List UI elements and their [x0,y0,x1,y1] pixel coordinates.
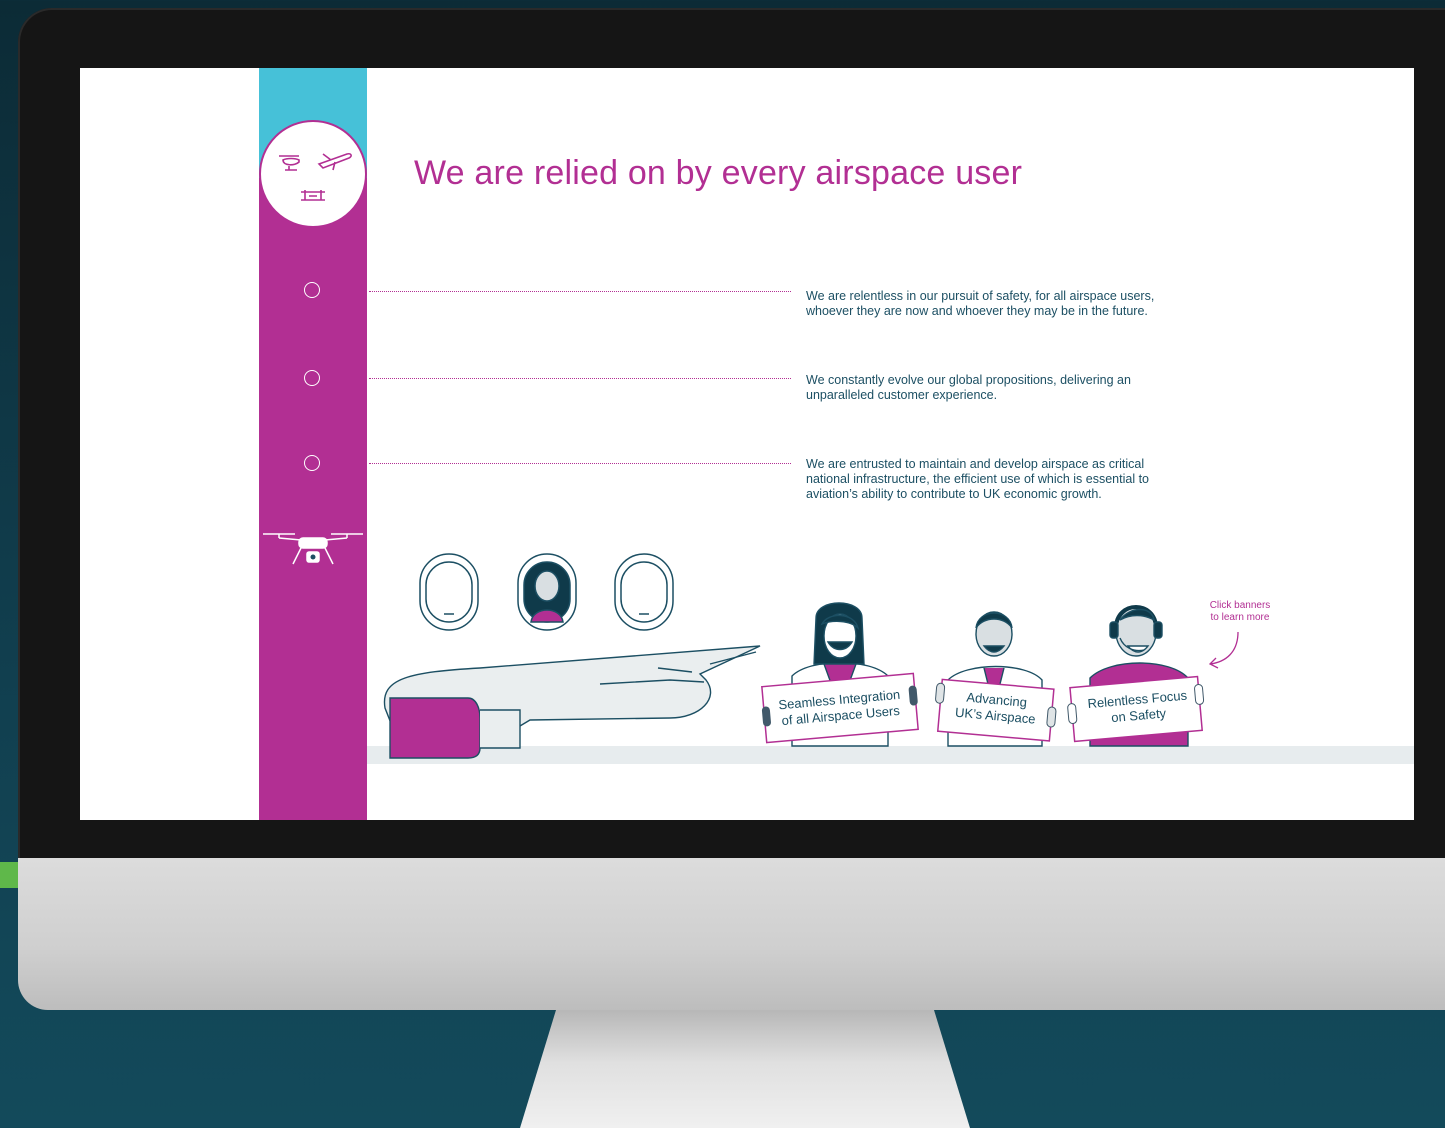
aircraft-window-passenger [517,553,577,631]
banner-seamless-integration[interactable]: Seamless Integration of all Airspace Use… [760,672,920,744]
monitor-chin [18,858,1445,1010]
aircraft-window-3 [614,553,674,631]
screen: We are relied on by every airspace user … [80,68,1414,820]
aircraft-window-1 [419,553,479,631]
banner-relentless-safety[interactable]: Relentless Focus on Safety [1066,675,1206,743]
hint-text: to learn more [1210,612,1270,623]
banner-advancing-airspace[interactable]: Advancing UK’s Airspace [933,678,1058,742]
hint-text: Click banners [1209,600,1271,611]
airport-illustration: Seamless Integration of all Airspace Use… [383,553,1239,759]
banner-hint: Click banners to learn more [1190,600,1290,624]
monitor-stand [520,1010,970,1128]
green-edge-accent [0,862,18,888]
hint-arrow-icon [1208,631,1239,669]
